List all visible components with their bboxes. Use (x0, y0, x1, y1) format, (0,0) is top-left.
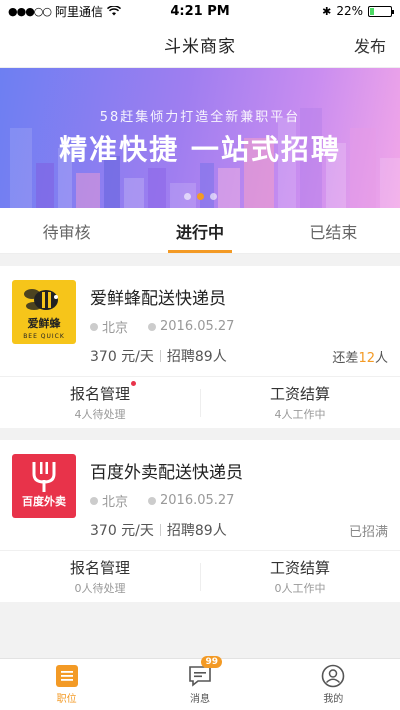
bottom-tab-bar: 职位 99 消息 我的 (0, 656, 400, 710)
job-date: 2016.05.27 (160, 319, 235, 334)
status-prefix: 还差 (332, 351, 359, 366)
fork-icon (32, 462, 56, 492)
job-card: 爱鲜蜂 BEE QUICK 爱鲜蜂配送快递员 北京 2016.05.27 370… (0, 266, 400, 428)
banner-title: 精准快捷 一站式招聘 (59, 133, 341, 166)
page-title: 斗米商家 (164, 37, 236, 57)
action-label: 报名管理 (69, 381, 136, 404)
job-actions: 报名管理 4人待处理 工资结算 4人工作中 (0, 376, 400, 428)
job-actions: 报名管理 0人待处理 工资结算 0人工作中 (0, 550, 400, 602)
clock-icon (148, 322, 157, 331)
signup-management-button[interactable]: 报名管理 4人待处理 (0, 377, 200, 428)
promo-banner[interactable]: 58赶集倾力打造全新兼职平台 精准快捷 一站式招聘 (0, 68, 400, 208)
job-info: 爱鲜蜂配送快递员 北京 2016.05.27 370 元/天 招聘89人 还差1… (90, 280, 388, 366)
location-icon (90, 322, 98, 331)
nav-bar: 斗米商家 发布 (0, 22, 400, 68)
tab-profile[interactable]: 我的 (267, 659, 400, 710)
job-bottom: 370 元/天 招聘89人 (90, 520, 388, 540)
carousel-indicator (0, 193, 400, 200)
action-sub: 0人工作中 (274, 582, 326, 595)
job-hiring-count: 招聘89人 (166, 523, 227, 539)
battery-fill (370, 7, 375, 15)
status-right: ✱ 22% (322, 4, 394, 18)
action-sub: 4人工作中 (274, 408, 326, 421)
action-sub: 0人待处理 (74, 582, 126, 595)
action-sub: 4人待处理 (74, 408, 126, 421)
divider (159, 350, 161, 362)
location-icon (90, 496, 98, 505)
job-status: 还差12人 (332, 347, 388, 366)
status-number: 12 (358, 351, 375, 366)
tab-messages[interactable]: 99 消息 (133, 656, 266, 710)
job-date: 2016.05.27 (160, 493, 235, 508)
unread-badge: 99 (201, 656, 222, 668)
user-icon (321, 664, 345, 688)
tab-pending[interactable]: 待审核 (0, 208, 133, 253)
action-label-text: 报名管理 (69, 385, 130, 403)
payroll-settlement-button[interactable]: 工资结算 0人工作中 (200, 551, 400, 602)
wifi-icon (107, 6, 122, 16)
tab-jobs[interactable]: 职位 (0, 659, 133, 710)
carousel-dot[interactable] (196, 193, 204, 200)
job-title: 爱鲜蜂配送快递员 (90, 289, 226, 309)
job-salary: 370 元/天 (90, 349, 154, 365)
bee-quick-logo: 爱鲜蜂 BEE QUICK (12, 280, 76, 344)
job-hiring-count: 招聘89人 (166, 349, 227, 365)
job-city: 北京 (102, 321, 129, 336)
message-icon: 99 (188, 656, 222, 688)
action-label: 工资结算 (269, 559, 330, 577)
tab-finished[interactable]: 已结束 (267, 208, 400, 253)
tab-label: 我的 (323, 694, 344, 705)
action-label: 报名管理 (69, 559, 130, 577)
signal-icon: ●●●○○ (8, 4, 52, 18)
tab-in-progress[interactable]: 进行中 (133, 208, 266, 253)
clock-icon (148, 496, 157, 505)
banner-subtitle: 58赶集倾力打造全新兼职平台 (99, 110, 301, 125)
job-meta: 北京 2016.05.27 (90, 491, 388, 510)
job-title: 百度外卖配送快递员 (90, 463, 243, 483)
action-label: 工资结算 (269, 385, 330, 403)
carousel-dot[interactable] (183, 193, 191, 200)
logo-text: 百度外卖 (22, 495, 66, 508)
logo-text: 爱鲜蜂 (27, 317, 61, 330)
job-main[interactable]: 爱鲜蜂 BEE QUICK 爱鲜蜂配送快递员 北京 2016.05.27 370… (0, 266, 400, 376)
job-salary: 370 元/天 (90, 523, 154, 539)
bluetooth-icon: ✱ (322, 4, 332, 18)
carousel-dot[interactable] (209, 193, 217, 200)
publish-button[interactable]: 发布 (354, 33, 386, 57)
status-suffix: 人 (374, 351, 388, 366)
job-meta: 北京 2016.05.27 (90, 317, 388, 336)
logo-subtext: BEE QUICK (23, 333, 65, 340)
baidu-waimai-logo: 百度外卖 (12, 454, 76, 518)
job-city: 北京 (102, 495, 129, 510)
status-tabs: 待审核 进行中 已结束 (0, 208, 400, 254)
job-main[interactable]: 百度外卖 百度外卖配送快递员 北京 2016.05.27 370 元/天 招聘8… (0, 440, 400, 550)
battery-icon (368, 5, 394, 17)
job-status: 已招满 (348, 525, 388, 540)
notification-dot (131, 381, 136, 386)
signup-management-button[interactable]: 报名管理 0人待处理 (0, 551, 200, 602)
tab-label: 消息 (189, 694, 210, 705)
tab-label: 职位 (56, 694, 77, 705)
job-card: 百度外卖 百度外卖配送快递员 北京 2016.05.27 370 元/天 招聘8… (0, 440, 400, 602)
carrier-label: 阿里通信 (55, 4, 104, 19)
list-icon (55, 664, 79, 688)
status-left: ●●●○○ 阿里通信 (8, 3, 122, 20)
status-bar: ●●●○○ 阿里通信 4:21 PM ✱ 22% (0, 0, 400, 22)
battery-percent: 22% (336, 4, 363, 18)
divider (159, 524, 161, 536)
payroll-settlement-button[interactable]: 工资结算 4人工作中 (200, 377, 400, 428)
job-info: 百度外卖配送快递员 北京 2016.05.27 370 元/天 招聘89人 已招… (90, 454, 388, 540)
